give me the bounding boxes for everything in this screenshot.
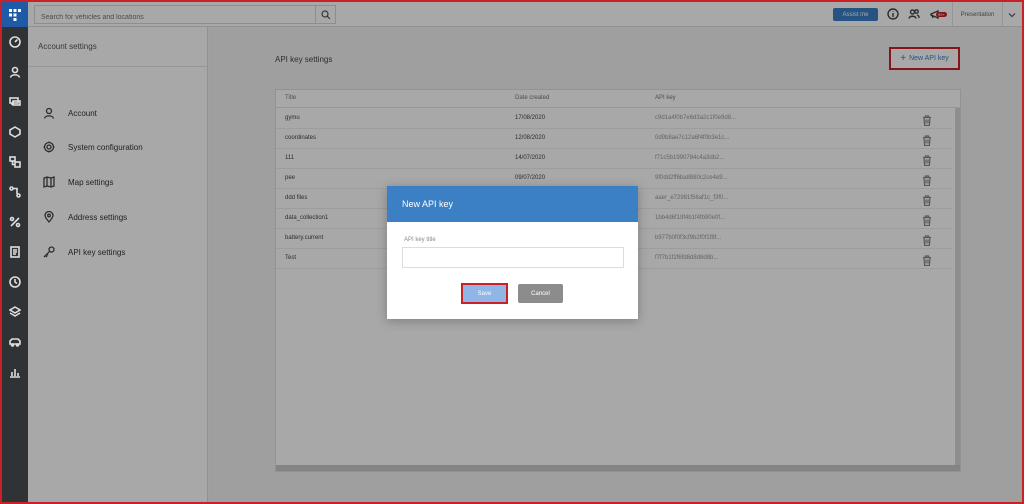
cancel-button[interactable]: Cancel (518, 284, 563, 303)
user-icon[interactable] (2, 57, 28, 87)
api-key-title-label: API key title (404, 237, 436, 243)
tools-icon[interactable] (2, 207, 28, 237)
fleet-icon[interactable] (2, 147, 28, 177)
new-api-key-dialog: New API key API key title Save Cancel (387, 186, 638, 319)
save-button[interactable]: Save (461, 283, 508, 304)
chat-icon[interactable] (2, 87, 28, 117)
history-icon[interactable] (2, 267, 28, 297)
layers-icon[interactable] (2, 297, 28, 327)
flow-icon[interactable] (2, 177, 28, 207)
route-icon[interactable] (2, 117, 28, 147)
app-logo[interactable] (2, 2, 28, 27)
vehicle-icon[interactable] (2, 327, 28, 357)
icon-rail (2, 2, 28, 502)
stats-icon[interactable] (2, 357, 28, 387)
api-key-title-input[interactable] (402, 247, 624, 268)
logo-icon (9, 8, 21, 21)
dashboard-icon[interactable] (2, 27, 28, 57)
report-icon[interactable] (2, 237, 28, 267)
dialog-title: New API key (387, 186, 638, 222)
